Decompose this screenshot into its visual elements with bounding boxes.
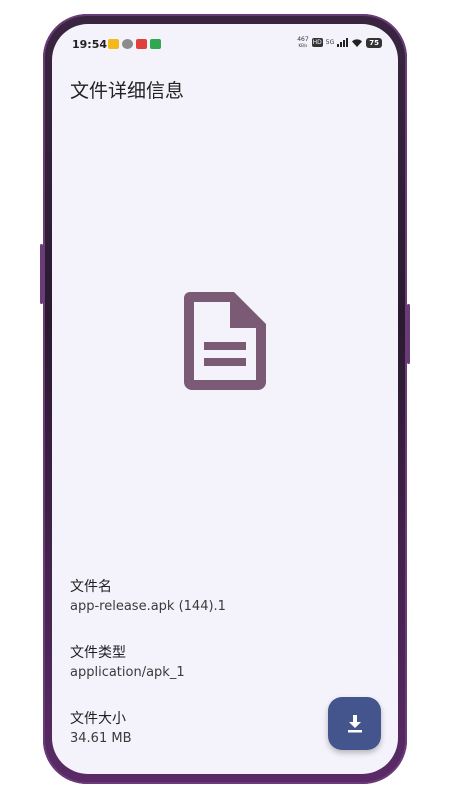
- file-type-label: 文件类型: [70, 645, 126, 661]
- file-name-section: 文件名 app-release.apk (144).1: [70, 578, 226, 616]
- screen: 19:54 467 KB/s HD 5G 75 文件详细信息 文件名 app-r…: [52, 24, 398, 774]
- download-icon: [347, 714, 362, 732]
- hd-badge: HD: [311, 38, 323, 47]
- status-time: 19:54: [72, 38, 108, 51]
- network-type: 5G: [325, 38, 335, 46]
- file-type-value: application/apk_1: [70, 665, 185, 680]
- download-button[interactable]: [328, 697, 381, 750]
- file-size-section: 文件大小 34.61 MB: [70, 710, 131, 748]
- signal-icon: [337, 38, 349, 47]
- file-type-section: 文件类型 application/apk_1: [70, 644, 185, 682]
- app-notification-icon: [136, 39, 147, 49]
- status-right-cluster: 467 KB/s HD 5G 75: [297, 37, 382, 48]
- net-speed: 467 KB/s: [297, 37, 308, 49]
- app-notification-icon: [108, 39, 119, 49]
- wechat-icon: [122, 39, 133, 49]
- file-name-label: 文件名: [70, 579, 112, 595]
- power-button: [407, 304, 410, 364]
- file-name-value: app-release.apk (144).1: [70, 599, 226, 614]
- wifi-icon: [352, 38, 363, 47]
- net-speed-unit: KB/s: [298, 43, 308, 48]
- status-bar: 19:54 467 KB/s HD 5G 75: [52, 24, 398, 58]
- battery-icon: 75: [366, 37, 382, 48]
- file-size-label: 文件大小: [70, 711, 126, 727]
- document-icon: [184, 292, 266, 390]
- notification-icons: [108, 39, 161, 49]
- file-size-value: 34.61 MB: [70, 731, 132, 746]
- app-notification-icon: [150, 39, 161, 49]
- volume-button: [40, 244, 43, 304]
- page-title: 文件详细信息: [70, 80, 185, 102]
